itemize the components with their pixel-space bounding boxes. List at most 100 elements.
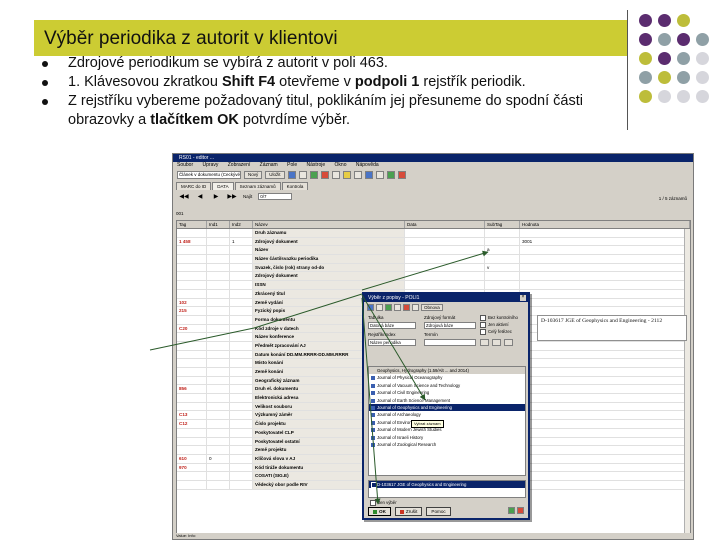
- list-item[interactable]: Journal of Vacuum Science and Technology: [369, 382, 525, 389]
- col-header-value[interactable]: Hodnota: [520, 221, 690, 228]
- menu-item[interactable]: Nápověda: [356, 162, 379, 168]
- checkbox-option[interactable]: Jen výběr: [370, 500, 397, 506]
- search-button[interactable]: [480, 339, 489, 346]
- tab-marc[interactable]: MARC do ID: [176, 182, 212, 190]
- table-row[interactable]: Druh záznamu: [177, 229, 690, 238]
- checkbox-option[interactable]: Jen aktivní: [480, 322, 509, 328]
- cell-val[interactable]: [520, 394, 690, 402]
- table-row[interactable]: 1 458 1 Zdrojový dokument 3001: [177, 237, 690, 247]
- new-button[interactable]: Nový: [244, 171, 263, 179]
- cell-val[interactable]: [520, 454, 690, 463]
- ok-button[interactable]: OK: [368, 507, 391, 516]
- search-icon[interactable]: [376, 304, 383, 311]
- reload-button[interactable]: Obnova: [421, 304, 443, 311]
- table-row[interactable]: ISSN: [177, 281, 690, 290]
- clear-button[interactable]: [492, 339, 501, 346]
- accept-icon[interactable]: [508, 507, 515, 514]
- menu-item[interactable]: Okno: [335, 162, 347, 168]
- cell-val[interactable]: [520, 298, 690, 307]
- first-record-icon[interactable]: ◀◀: [179, 193, 189, 200]
- col-header-subtag[interactable]: SubTag: [485, 221, 520, 228]
- cell-val[interactable]: [520, 246, 690, 255]
- cell-val[interactable]: [520, 463, 690, 472]
- search-icon[interactable]: [353, 171, 362, 179]
- term-input[interactable]: [424, 339, 476, 346]
- cell-val[interactable]: [520, 385, 690, 394]
- copy-icon[interactable]: [298, 171, 307, 179]
- format-select[interactable]: Zdrojová báze: [424, 322, 476, 329]
- tab-check[interactable]: Kontrola: [281, 182, 309, 190]
- prev-record-icon[interactable]: ◀: [195, 193, 205, 200]
- export-icon[interactable]: [386, 171, 395, 179]
- next-record-icon[interactable]: ▶: [211, 193, 221, 200]
- cell-val[interactable]: [520, 350, 690, 359]
- menu-item[interactable]: Záznam: [260, 162, 278, 168]
- col-header-tag[interactable]: Tag: [177, 221, 207, 228]
- refresh-icon[interactable]: [385, 304, 392, 311]
- menu-item[interactable]: Pole: [287, 162, 297, 168]
- cell-val[interactable]: [520, 255, 690, 263]
- cell-val[interactable]: [520, 263, 690, 272]
- grid-scrollbar[interactable]: [684, 229, 690, 536]
- cell-val[interactable]: [520, 437, 690, 446]
- cell-val[interactable]: [520, 402, 690, 411]
- delete-icon[interactable]: [403, 304, 410, 311]
- cancel-button[interactable]: Zrušit: [394, 507, 423, 516]
- cell-val[interactable]: [520, 411, 690, 420]
- options-button[interactable]: [504, 339, 513, 346]
- list-item[interactable]: Journal of Environmental Science: [369, 419, 525, 426]
- list-item[interactable]: Journal of Modern Jewish Studies: [369, 426, 525, 433]
- cell-val[interactable]: [520, 281, 690, 289]
- menu-item[interactable]: Úpravy: [203, 162, 219, 168]
- menu-item[interactable]: Soubor: [177, 162, 193, 168]
- col-header-data[interactable]: Data: [405, 221, 485, 228]
- settings-icon[interactable]: [375, 171, 384, 179]
- last-record-icon[interactable]: ▶▶: [227, 193, 237, 200]
- close-icon[interactable]: [397, 171, 406, 179]
- col-header-ind2[interactable]: Ind2: [230, 221, 253, 228]
- table-row[interactable]: Název a: [177, 246, 690, 256]
- check-icon[interactable]: [309, 171, 318, 179]
- table-row[interactable]: Svazek, číslo (rok) strany od-do v: [177, 263, 690, 273]
- menu-item[interactable]: Zobrazení: [228, 162, 251, 168]
- table-row[interactable]: Zdrojový dokument: [177, 272, 690, 282]
- folder-icon[interactable]: [342, 171, 351, 179]
- record-number-input[interactable]: 0/7: [258, 192, 293, 200]
- cell-val[interactable]: [520, 289, 690, 298]
- cell-val[interactable]: [520, 428, 690, 437]
- open-icon[interactable]: [287, 171, 296, 179]
- reject-icon[interactable]: [517, 507, 524, 514]
- filter-icon[interactable]: [367, 304, 374, 311]
- cell-val[interactable]: [520, 272, 690, 281]
- help-button[interactable]: Pomoc: [426, 507, 451, 516]
- list-item[interactable]: Journal of Archaeology: [369, 411, 525, 418]
- cell-val[interactable]: [520, 472, 690, 480]
- save-button[interactable]: Uložit: [265, 171, 285, 179]
- table-row[interactable]: Název části/svazku periodika: [177, 255, 690, 264]
- print-icon[interactable]: [331, 171, 340, 179]
- checkbox-option[interactable]: Celý řetězec: [480, 329, 512, 335]
- index-select[interactable]: Název periodika: [368, 339, 416, 346]
- cell-val[interactable]: [520, 229, 690, 237]
- cell-val[interactable]: [520, 446, 690, 454]
- cell-val[interactable]: [520, 420, 690, 428]
- import-icon[interactable]: [364, 171, 373, 179]
- list-item[interactable]: Journal of Physical Oceanography: [369, 374, 525, 381]
- list-item[interactable]: Journal of Earth Science Management: [369, 397, 525, 404]
- cell-val[interactable]: 3001: [520, 237, 690, 246]
- delete-icon[interactable]: [320, 171, 329, 179]
- list-item[interactable]: Journal of Civil Engineering: [369, 389, 525, 396]
- tab-records[interactable]: Seznam záznamů: [234, 182, 281, 190]
- selected-item[interactable]: D-103617 JGE of Geophysics and Engineeri…: [369, 481, 525, 488]
- cell-val[interactable]: [520, 307, 690, 315]
- list-item[interactable]: Journal of Zoological Research: [369, 441, 525, 448]
- copy-icon[interactable]: [394, 304, 401, 311]
- menu-item[interactable]: Nástroje: [307, 162, 326, 168]
- table-select[interactable]: Datová báze: [368, 322, 416, 329]
- tab-data[interactable]: DATA: [212, 182, 234, 190]
- checkbox-option[interactable]: Bez kontrolního: [480, 315, 518, 321]
- print-icon[interactable]: [412, 304, 419, 311]
- list-item[interactable]: Journal of Geophysics and Engineering: [369, 403, 525, 412]
- col-header-name[interactable]: Název: [253, 221, 405, 228]
- cell-val[interactable]: [520, 480, 690, 489]
